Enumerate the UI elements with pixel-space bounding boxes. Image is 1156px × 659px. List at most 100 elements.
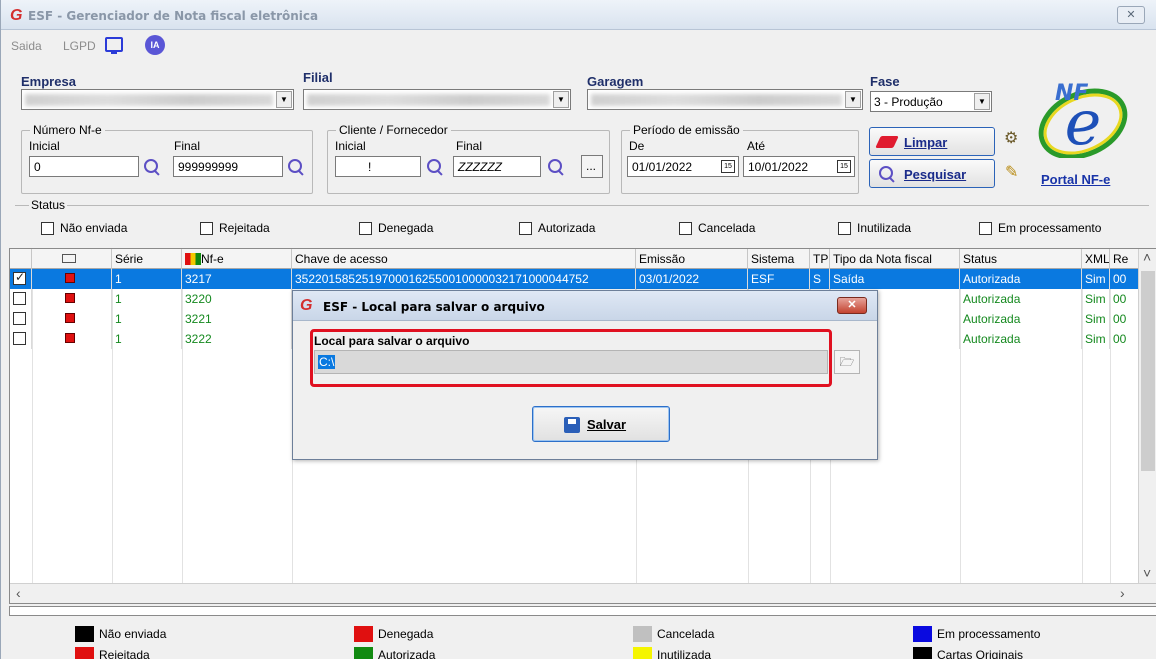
row-select-checkbox[interactable]	[13, 312, 26, 325]
table-row[interactable]: 1321735220158525197000162550010000032171…	[10, 269, 1140, 289]
scroll-down-icon[interactable]: ˅	[1143, 565, 1151, 581]
row-checkbox[interactable]	[10, 269, 32, 289]
tools-icon[interactable]: ✎	[1005, 162, 1018, 182]
cell-nfe: 3217	[182, 269, 292, 289]
dialog-close-button[interactable]: ✕	[837, 297, 867, 314]
grid-header: Série Nf-e Chave de acesso Emissão Siste…	[10, 249, 1156, 269]
status-title: Status	[29, 198, 68, 212]
legend-swatch	[633, 626, 652, 642]
cliente-final-input[interactable]: ZZZZZZ	[453, 156, 541, 177]
monitor-icon[interactable]	[105, 37, 123, 54]
row-select-checkbox[interactable]	[13, 270, 26, 285]
ia-icon[interactable]: IA	[145, 35, 165, 55]
col-header-serie[interactable]: Série	[112, 249, 182, 269]
status-marker-icon[interactable]	[65, 313, 75, 323]
row-checkbox[interactable]	[10, 309, 32, 329]
scroll-right-icon[interactable]: ›	[1120, 585, 1125, 601]
search-icon[interactable]	[143, 158, 161, 176]
cliente-inicial-input[interactable]: !	[335, 156, 421, 177]
cell-xml: Sim	[1082, 289, 1110, 309]
row-checkbox[interactable]	[10, 329, 32, 349]
periodo-ate-input[interactable]: 10/01/2022 15	[743, 156, 855, 177]
col-header-re[interactable]: Re	[1110, 249, 1140, 269]
status-checkbox-rejeitada[interactable]	[200, 222, 213, 235]
numero-inicial-input[interactable]: 0	[29, 156, 139, 177]
scroll-left-icon[interactable]: ‹	[16, 585, 21, 601]
row-status-marker[interactable]	[32, 329, 112, 349]
calendar-icon[interactable]: 15	[721, 160, 735, 173]
title-bar: G ESF - Gerenciador de Nota fiscal eletr…	[1, 0, 1156, 30]
status-checkbox-inutilizada[interactable]	[838, 222, 851, 235]
fase-select[interactable]: 3 - Produção ▼	[870, 91, 992, 112]
cell-nfe: 3222	[182, 329, 292, 349]
path-input[interactable]: C:\	[314, 350, 828, 374]
cliente-group-title: Cliente / Fornecedor	[336, 123, 451, 137]
legend-swatch	[354, 647, 373, 659]
cell-status: Autorizada	[960, 289, 1082, 309]
periodo-group-title: Período de emissão	[630, 123, 743, 137]
legend-swatch	[75, 626, 94, 642]
col-header-check[interactable]	[10, 249, 32, 269]
horizontal-scrollbar[interactable]: ‹ ›	[10, 583, 1156, 603]
status-checkbox-cancelada[interactable]	[679, 222, 692, 235]
pesquisar-button[interactable]: Pesquisar	[869, 159, 995, 188]
portal-nfe-link[interactable]: Portal NF-e	[1041, 172, 1110, 187]
chevron-down-icon[interactable]: ▼	[276, 91, 292, 108]
cliente-more-button[interactable]: ...	[581, 155, 603, 178]
dialog-title: ESF - Local para salvar o arquivo	[323, 300, 545, 314]
chevron-down-icon[interactable]: ▼	[974, 93, 990, 110]
calendar-icon[interactable]: 15	[837, 160, 851, 173]
scroll-up-icon[interactable]: ˄	[1143, 249, 1151, 265]
row-status-marker[interactable]	[32, 309, 112, 329]
periodo-de-label: De	[629, 139, 645, 153]
col-header-print[interactable]	[32, 249, 112, 269]
numero-final-input[interactable]: 999999999	[173, 156, 283, 177]
col-header-chave[interactable]: Chave de acesso	[292, 249, 636, 269]
garagem-select[interactable]: ▼	[587, 89, 863, 110]
scroll-thumb[interactable]	[1141, 271, 1155, 471]
vertical-scrollbar[interactable]: ˄ ˅	[1138, 249, 1156, 603]
status-label-cancelada: Cancelada	[698, 221, 756, 235]
menu-lgpd[interactable]: LGPD	[63, 39, 96, 53]
folder-browse-button[interactable]: 🗁	[834, 350, 860, 374]
empresa-select[interactable]: ▼	[21, 89, 294, 110]
col-header-tipo[interactable]: Tipo da Nota fiscal	[830, 249, 960, 269]
search-icon[interactable]	[287, 158, 305, 176]
limpar-button[interactable]: Limpar	[869, 127, 995, 156]
col-header-xml[interactable]: XML	[1082, 249, 1110, 269]
row-checkbox[interactable]	[10, 289, 32, 309]
garagem-label: Garagem	[587, 74, 644, 89]
cell-re: 00	[1110, 309, 1140, 329]
row-select-checkbox[interactable]	[13, 292, 26, 305]
row-status-marker[interactable]	[32, 289, 112, 309]
printer-icon	[62, 254, 76, 263]
col-header-status[interactable]: Status	[960, 249, 1082, 269]
fase-label: Fase	[870, 74, 900, 89]
status-checkbox-denegada[interactable]	[359, 222, 372, 235]
menu-saida[interactable]: Saida	[11, 39, 42, 53]
search-icon[interactable]	[426, 158, 444, 176]
status-checkbox-autorizada[interactable]	[519, 222, 532, 235]
status-marker-icon[interactable]	[65, 333, 75, 343]
status-marker-icon[interactable]	[65, 273, 75, 283]
window-close-button[interactable]: ✕	[1117, 6, 1145, 24]
col-header-tp[interactable]: TP	[810, 249, 830, 269]
status-marker-icon[interactable]	[65, 293, 75, 303]
cell-re: 00	[1110, 269, 1140, 289]
row-select-checkbox[interactable]	[13, 332, 26, 345]
status-label-inutilizada: Inutilizada	[857, 221, 912, 235]
status-checkbox-em-processamento[interactable]	[979, 222, 992, 235]
filial-select[interactable]: ▼	[303, 89, 571, 110]
chevron-down-icon[interactable]: ▼	[845, 91, 861, 108]
row-status-marker[interactable]	[32, 269, 112, 289]
save-button[interactable]: Salvar	[532, 406, 670, 442]
cell-nfe: 3221	[182, 309, 292, 329]
search-icon[interactable]	[547, 158, 565, 176]
periodo-de-input[interactable]: 01/01/2022 15	[627, 156, 739, 177]
status-checkbox-nao-enviada[interactable]	[41, 222, 54, 235]
col-header-emissao[interactable]: Emissão	[636, 249, 748, 269]
col-header-sistema[interactable]: Sistema	[748, 249, 810, 269]
col-header-nfe[interactable]: Nf-e	[182, 249, 292, 269]
gears-icon[interactable]: ⚙	[1004, 128, 1018, 148]
chevron-down-icon[interactable]: ▼	[553, 91, 569, 108]
